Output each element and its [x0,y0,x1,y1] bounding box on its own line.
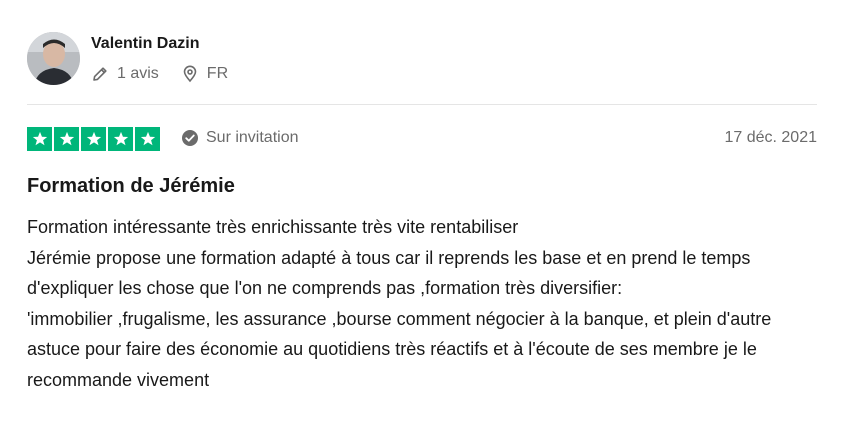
check-circle-icon [181,129,199,147]
star-icon [108,127,133,151]
reviews-count: 1 avis [91,65,159,83]
review-text-line: Formation intéressante très enrichissant… [27,217,519,237]
star-icon [81,127,106,151]
verification-label: Sur invitation [206,129,299,146]
star-rating [27,127,160,151]
review-body: Formation intéressante très enrichissant… [27,212,817,395]
review-date: 17 déc. 2021 [724,129,817,146]
pencil-icon [91,65,109,83]
country-label: FR [206,65,229,82]
location-pin-icon [181,65,199,83]
divider [27,104,817,105]
reviewer-header: Valentin Dazin 1 avis FR [27,32,817,90]
star-icon [27,127,52,151]
star-icon [135,127,160,151]
reviewer-country: FR [181,65,228,83]
star-icon [54,127,79,151]
rating-row: Sur invitation 17 déc. 2021 [27,127,817,153]
review-title[interactable]: Formation de Jérémie [27,175,235,198]
reviewer-meta: 1 avis FR [91,63,250,85]
review-text-line: 'immobilier ,frugalisme, les assurance ,… [27,308,772,390]
reviewer-name[interactable]: Valentin Dazin [91,35,199,53]
verification-badge[interactable]: Sur invitation [181,129,299,147]
avatar[interactable] [27,32,80,85]
review-text-line: Jérémie propose une formation adapté à t… [27,247,751,299]
reviews-count-label: 1 avis [117,65,159,82]
